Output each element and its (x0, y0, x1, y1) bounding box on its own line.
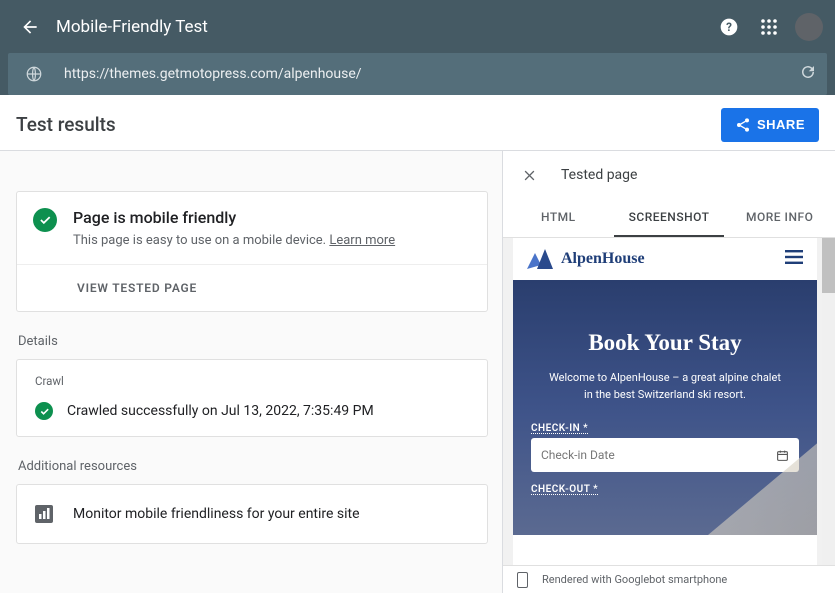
topbar: Mobile-Friendly Test ? (0, 0, 835, 53)
urlbar[interactable]: https://themes.getmotopress.com/alpenhou… (8, 53, 827, 95)
checkin-input[interactable]: Check-in Date (531, 438, 799, 472)
check-icon (33, 208, 57, 232)
resources-card[interactable]: Monitor mobile friendliness for your ent… (16, 484, 488, 544)
status-subtitle: This page is easy to use on a mobile dev… (73, 233, 395, 248)
checkout-label: CHECK-OUT * (531, 484, 799, 495)
check-icon (35, 402, 53, 420)
globe-icon (20, 60, 48, 88)
hamburger-icon[interactable] (785, 250, 803, 268)
results-title: Test results (16, 113, 116, 136)
crawl-status-text: Crawled successfully on Jul 13, 2022, 7:… (67, 403, 374, 419)
scrollbar-thumb[interactable] (822, 238, 835, 293)
preview-hero-title: Book Your Stay (531, 330, 799, 356)
preview-brand: AlpenHouse (561, 250, 645, 268)
left-column: Page is mobile friendly This page is eas… (0, 151, 502, 593)
avatar[interactable] (795, 13, 823, 41)
status-title: Page is mobile friendly (73, 208, 395, 227)
calendar-icon (776, 449, 789, 462)
svg-text:?: ? (726, 20, 732, 34)
crawl-label: Crawl (35, 374, 469, 388)
help-button[interactable]: ? (711, 9, 747, 45)
details-label: Details (18, 334, 488, 349)
resources-text: Monitor mobile friendliness for your ent… (73, 506, 360, 522)
preview-panel: Tested page HTML SCREENSHOT MORE INFO Al… (502, 151, 835, 593)
smartphone-icon (517, 572, 528, 588)
urlbar-container: https://themes.getmotopress.com/alpenhou… (0, 53, 835, 95)
view-tested-page-button[interactable]: VIEW TESTED PAGE (17, 264, 487, 311)
share-button[interactable]: SHARE (721, 108, 819, 142)
preview-logo: AlpenHouse (527, 249, 645, 269)
learn-more-link[interactable]: Learn more (329, 233, 395, 248)
page-title: Mobile-Friendly Test (56, 17, 208, 37)
render-note: Rendered with Googlebot smartphone (503, 565, 835, 593)
panel-title: Tested page (561, 167, 637, 183)
close-button[interactable] (515, 161, 543, 189)
tab-screenshot[interactable]: SCREENSHOT (614, 199, 725, 237)
resources-label: Additional resources (18, 459, 488, 474)
back-button[interactable] (12, 9, 48, 45)
status-card: Page is mobile friendly This page is eas… (16, 191, 488, 312)
details-card[interactable]: Crawl Crawled successfully on Jul 13, 20… (16, 359, 488, 437)
tab-html[interactable]: HTML (503, 199, 614, 237)
share-label: SHARE (757, 117, 805, 132)
mountains-icon (527, 249, 553, 269)
refresh-button[interactable] (799, 63, 817, 85)
checkin-label: CHECK-IN * (531, 423, 799, 434)
results-header: Test results SHARE (0, 99, 835, 151)
mobile-preview: AlpenHouse Book Your Stay Welcome to Alp… (513, 238, 817, 565)
tabs: HTML SCREENSHOT MORE INFO (503, 199, 835, 238)
preview-hero-subtitle: Welcome to AlpenHouse – a great alpine c… (545, 370, 785, 403)
tab-more-info[interactable]: MORE INFO (724, 199, 835, 237)
url-text: https://themes.getmotopress.com/alpenhou… (64, 66, 362, 82)
bar-chart-icon (35, 505, 53, 523)
apps-button[interactable] (751, 9, 787, 45)
